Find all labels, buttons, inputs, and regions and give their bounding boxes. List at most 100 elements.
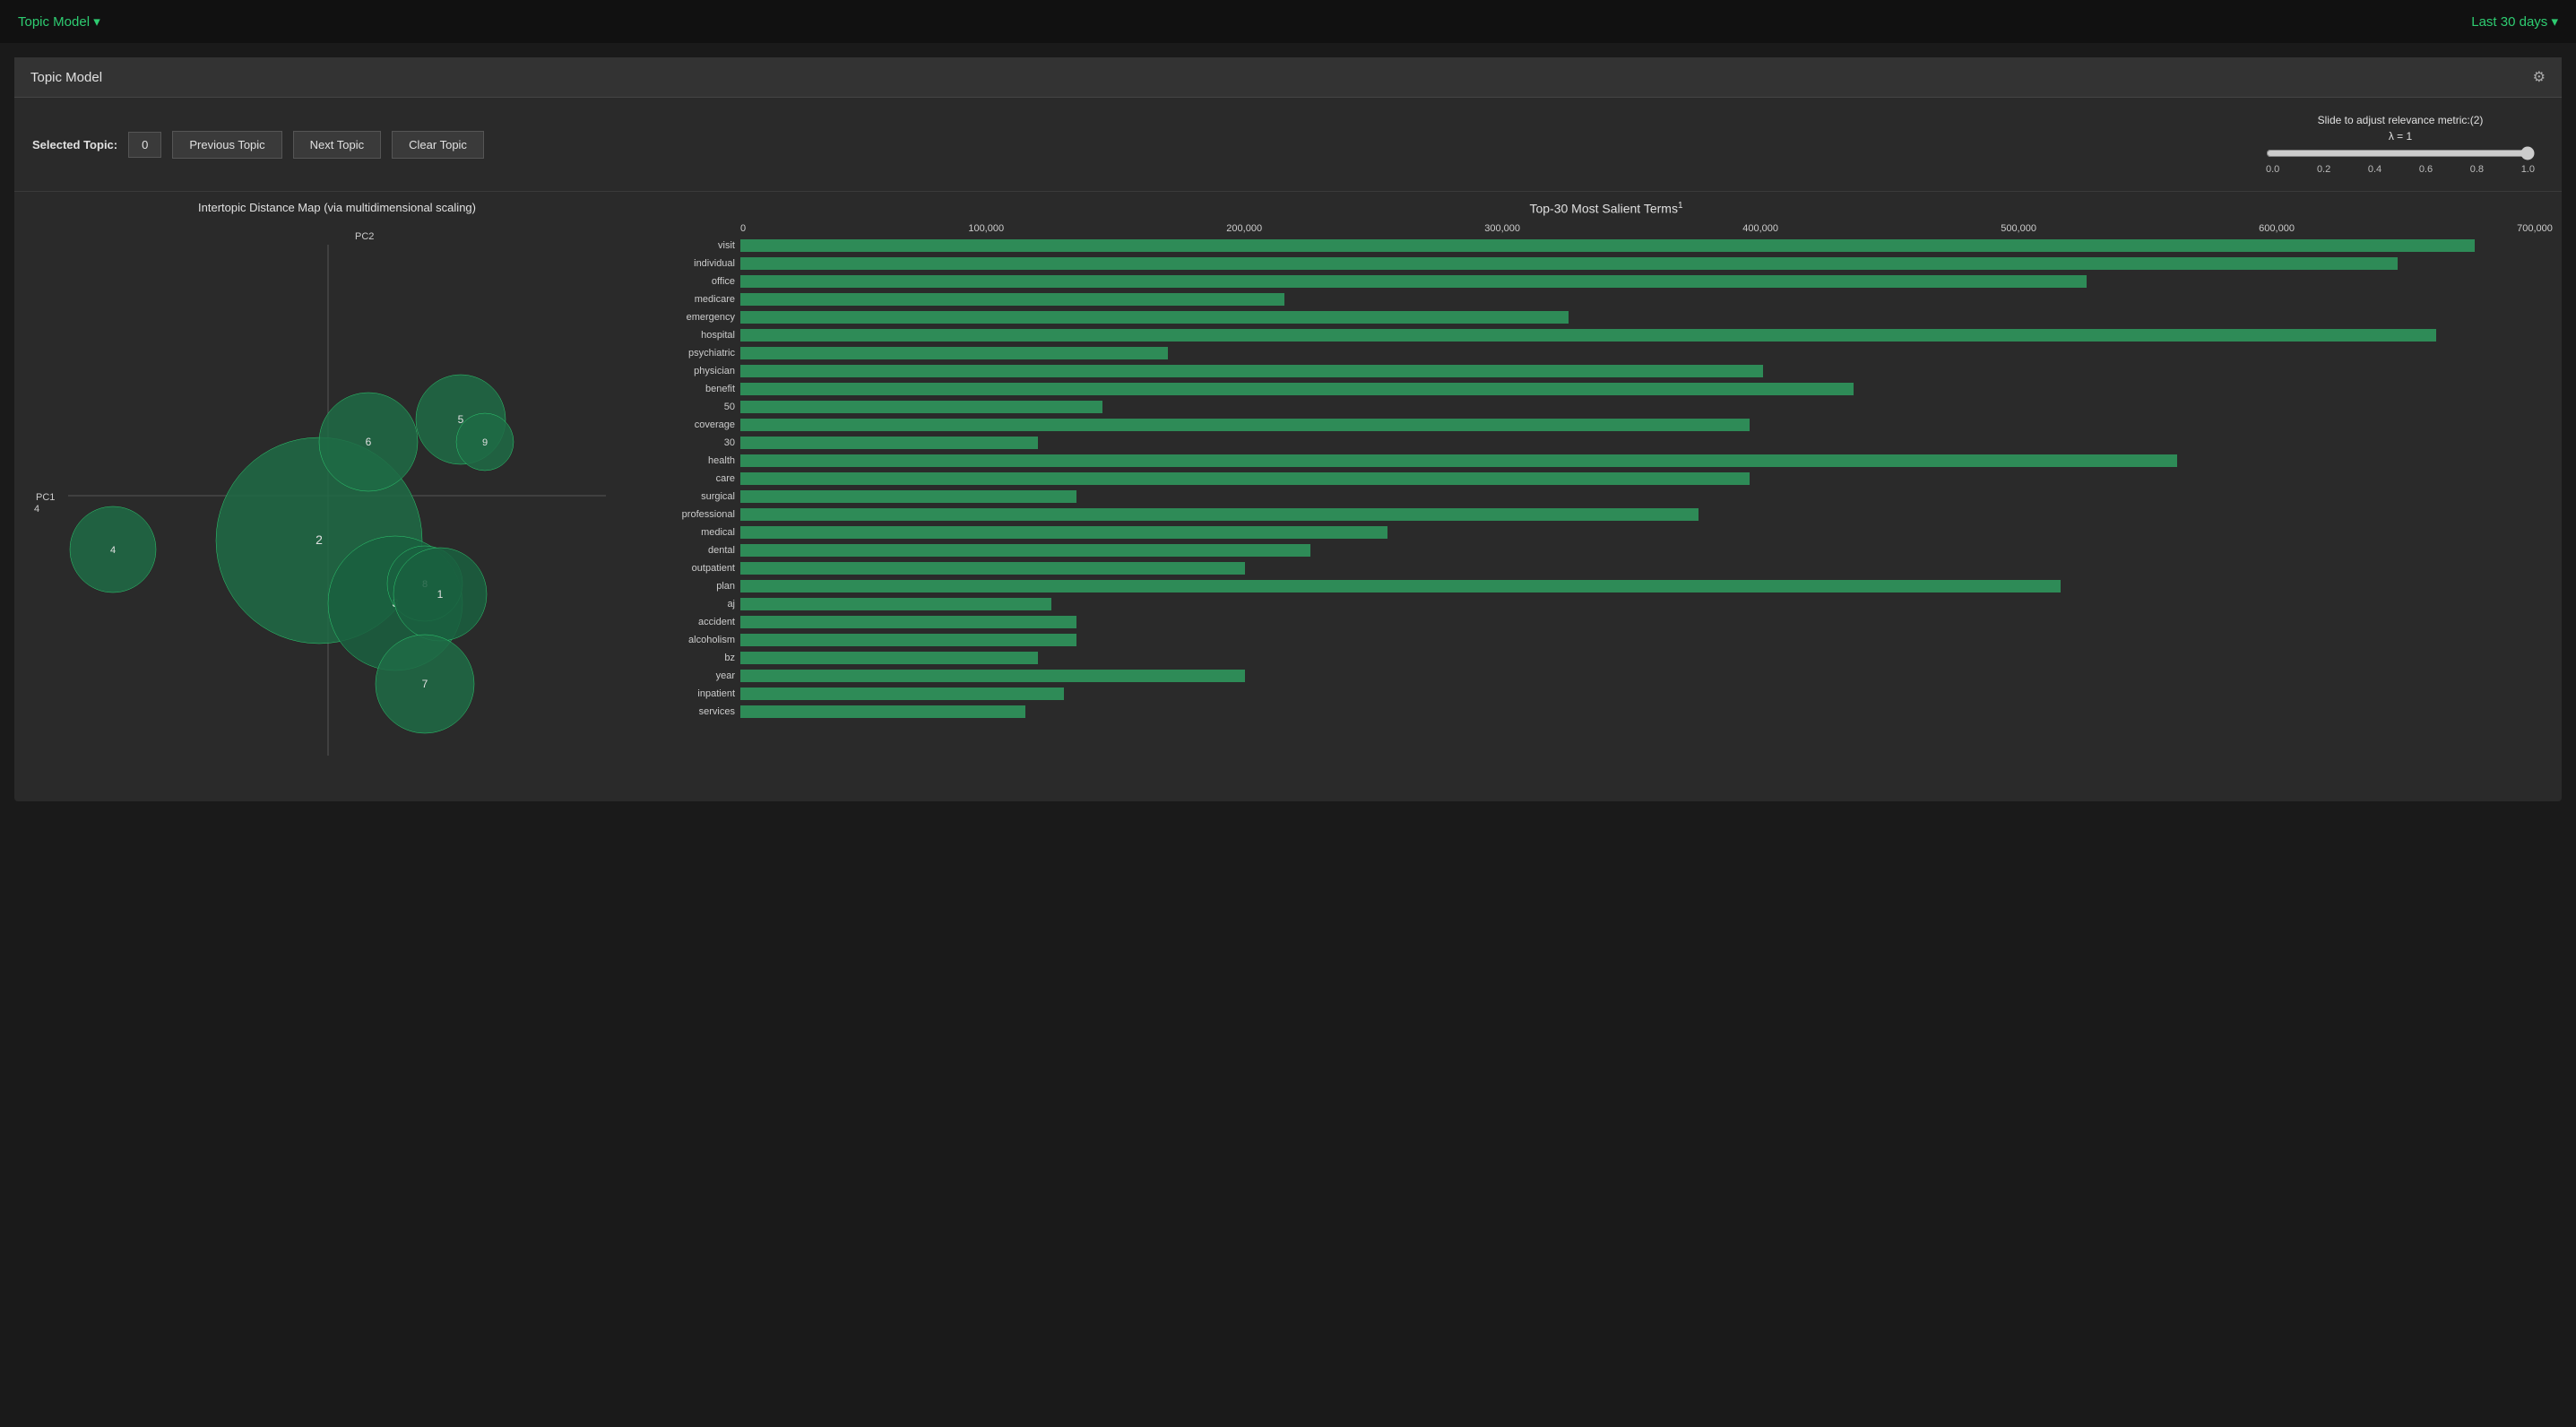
bar-term-label: physician xyxy=(660,366,740,376)
bar-fill xyxy=(740,670,1245,682)
barchart-section: Top-30 Most Salient Terms1 0 100,000 200,0… xyxy=(660,201,2553,801)
slider-container: Slide to adjust relevance metric:(2) λ =… xyxy=(2266,114,2535,175)
content-area: Intertopic Distance Map (via multidimens… xyxy=(14,192,2562,801)
axis-tick-label: 500,000 xyxy=(2001,223,2036,234)
bar-row: services xyxy=(660,704,2553,720)
bar-background xyxy=(740,652,2553,664)
card-header: Topic Model ⚙ xyxy=(14,57,2562,98)
slider-label: Slide to adjust relevance metric:(2) xyxy=(2266,114,2535,126)
clear-topic-button[interactable]: Clear Topic xyxy=(392,131,484,159)
bar-row: office xyxy=(660,273,2553,290)
main-card: Topic Model ⚙ Selected Topic: 0 Previous… xyxy=(14,57,2562,801)
bar-term-label: health xyxy=(660,455,740,466)
axis-tick-label: 700,000 xyxy=(2517,223,2553,234)
bar-background xyxy=(740,598,2553,610)
bar-background xyxy=(740,257,2553,270)
bar-term-label: inpatient xyxy=(660,688,740,699)
controls-row: Selected Topic: 0 Previous Topic Next To… xyxy=(14,98,2562,192)
bar-background xyxy=(740,383,2553,395)
slider-axis-tick: 0.6 xyxy=(2419,164,2433,175)
axis-tick-label: 300,000 xyxy=(1484,223,1520,234)
bar-fill xyxy=(740,616,1076,628)
map-title: Intertopic Distance Map (via multidimens… xyxy=(23,201,651,214)
bar-background xyxy=(740,293,2553,306)
svg-text:4: 4 xyxy=(34,504,39,515)
bar-term-label: medicare xyxy=(660,294,740,305)
bar-row: physician xyxy=(660,363,2553,379)
bar-row: aj xyxy=(660,596,2553,612)
bar-fill xyxy=(740,239,2475,252)
bar-term-label: psychiatric xyxy=(660,348,740,359)
axis-tick-label: 100,000 xyxy=(968,223,1004,234)
next-topic-button[interactable]: Next Topic xyxy=(293,131,381,159)
bar-fill xyxy=(740,329,2436,342)
bar-term-label: alcoholism xyxy=(660,635,740,645)
bar-term-label: services xyxy=(660,706,740,717)
map-canvas: PC1 4 PC2 2 3 6 5 xyxy=(23,218,633,774)
bar-row: visit xyxy=(660,238,2553,254)
slider-axis-tick: 0.2 xyxy=(2317,164,2330,175)
bar-background xyxy=(740,634,2553,646)
card-title: Topic Model xyxy=(30,70,102,85)
bar-fill xyxy=(740,508,1699,521)
relevance-slider[interactable] xyxy=(2266,146,2535,160)
bar-background xyxy=(740,239,2553,252)
lambda-label: λ = 1 xyxy=(2266,130,2535,143)
bar-row: bz xyxy=(660,650,2553,666)
bar-row: individual xyxy=(660,255,2553,272)
bar-row: dental xyxy=(660,542,2553,558)
bar-fill xyxy=(740,257,2398,270)
svg-text:4: 4 xyxy=(110,545,116,556)
bar-term-label: hospital xyxy=(660,330,740,341)
slider-axis: 0.00.20.40.60.81.0 xyxy=(2266,164,2535,175)
svg-text:PC2: PC2 xyxy=(355,231,374,242)
barchart-title: Top-30 Most Salient Terms1 xyxy=(660,201,2553,216)
bar-row: hospital xyxy=(660,327,2553,343)
bar-background xyxy=(740,705,2553,718)
bar-background xyxy=(740,472,2553,485)
selected-topic-label: Selected Topic: xyxy=(32,138,117,151)
bar-background xyxy=(740,329,2553,342)
bar-term-label: outpatient xyxy=(660,563,740,574)
bar-fill xyxy=(740,293,1284,306)
bar-term-label: care xyxy=(660,473,740,484)
date-range-dropdown[interactable]: Last 30 days ▾ xyxy=(2471,13,2558,30)
bar-term-label: coverage xyxy=(660,419,740,430)
bar-fill xyxy=(740,526,1387,539)
intertopic-map-svg: PC1 4 PC2 2 3 6 5 xyxy=(23,218,633,774)
bar-term-label: 30 xyxy=(660,437,740,448)
bar-fill xyxy=(740,598,1051,610)
bar-fill xyxy=(740,365,1763,377)
bar-fill xyxy=(740,652,1038,664)
bar-row: surgical xyxy=(660,489,2553,505)
bar-term-label: emergency xyxy=(660,312,740,323)
axis-tick-label: 400,000 xyxy=(1742,223,1778,234)
bar-row: care xyxy=(660,471,2553,487)
topic-model-dropdown[interactable]: Topic Model ▾ xyxy=(18,13,100,30)
bar-row: outpatient xyxy=(660,560,2553,576)
slider-axis-tick: 0.8 xyxy=(2470,164,2484,175)
bar-term-label: visit xyxy=(660,240,740,251)
topic-number-display: 0 xyxy=(128,132,161,158)
gear-icon[interactable]: ⚙ xyxy=(2533,68,2546,86)
bar-background xyxy=(740,347,2553,359)
bar-background xyxy=(740,419,2553,431)
axis-tick-label: 0 xyxy=(740,223,746,234)
bar-background xyxy=(740,670,2553,682)
bar-background xyxy=(740,490,2553,503)
topbar: Topic Model ▾ Last 30 days ▾ xyxy=(0,0,2576,43)
previous-topic-button[interactable]: Previous Topic xyxy=(172,131,281,159)
axis-tick-label: 600,000 xyxy=(2259,223,2295,234)
bar-row: psychiatric xyxy=(660,345,2553,361)
bar-term-label: plan xyxy=(660,581,740,592)
bar-fill xyxy=(740,311,1569,324)
bar-background xyxy=(740,275,2553,288)
axis-tick-label: 200,000 xyxy=(1226,223,1262,234)
svg-text:7: 7 xyxy=(422,678,428,690)
bar-fill xyxy=(740,544,1310,557)
bar-background xyxy=(740,454,2553,467)
bar-background xyxy=(740,544,2553,557)
bar-background xyxy=(740,580,2553,592)
bar-row: medicare xyxy=(660,291,2553,307)
axis-labels-top: 0 100,000 200,000 300,000 400,000 500,000 600,… xyxy=(660,223,2553,234)
